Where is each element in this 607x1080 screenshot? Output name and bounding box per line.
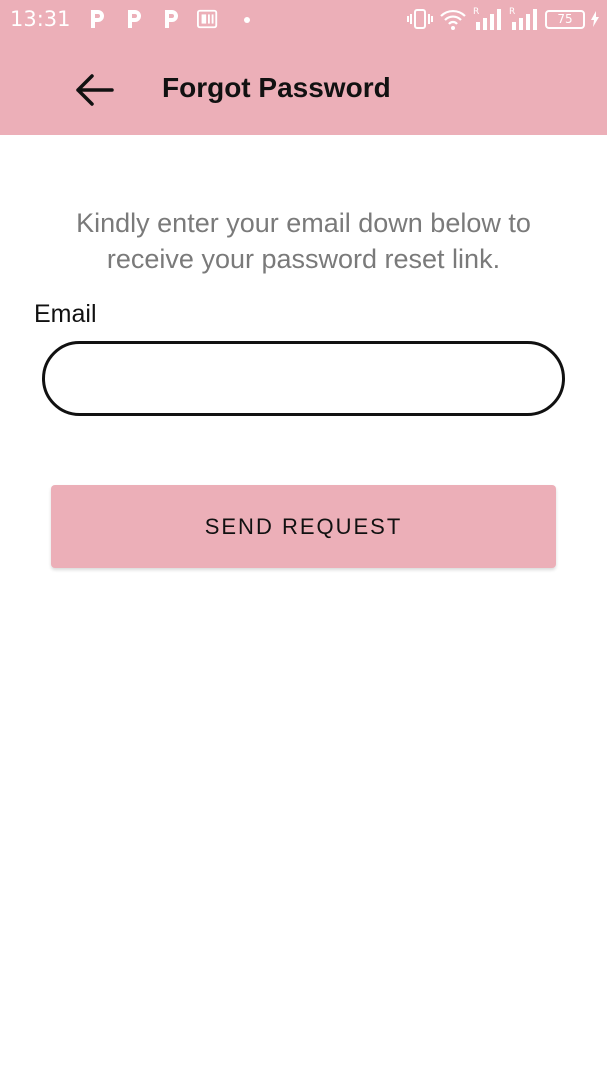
- p-app-icon: [165, 10, 178, 28]
- dot-icon: [244, 17, 250, 23]
- document-app-icon: [197, 9, 218, 29]
- p-app-icon: [128, 10, 141, 28]
- notification-icons: [86, 8, 250, 30]
- system-icons: R R 75: [401, 6, 599, 32]
- email-field[interactable]: [42, 341, 565, 416]
- email-label: Email: [34, 300, 97, 328]
- page-title: Forgot Password: [162, 72, 391, 103]
- back-button[interactable]: [66, 62, 122, 118]
- status-bar: 13:31 R R 75: [0, 0, 607, 40]
- status-time: 13:31: [10, 7, 71, 31]
- battery-icon: 75: [545, 9, 585, 29]
- app-bar: Forgot Password: [0, 40, 607, 135]
- svg-text:R: R: [473, 7, 479, 17]
- signal-r-icon: R: [509, 7, 537, 30]
- send-request-button[interactable]: SEND REQUEST: [51, 485, 556, 568]
- vibrate-icon: [407, 9, 433, 29]
- charging-icon: [591, 11, 599, 27]
- svg-text:R: R: [509, 7, 515, 17]
- p-app-icon: [91, 10, 104, 28]
- instructions-text: Kindly enter your email down below to re…: [76, 208, 531, 274]
- battery-level: 75: [557, 12, 573, 26]
- wifi-icon: [440, 9, 466, 30]
- signal-r-icon: R: [473, 7, 501, 30]
- arrow-left-icon: [76, 74, 114, 106]
